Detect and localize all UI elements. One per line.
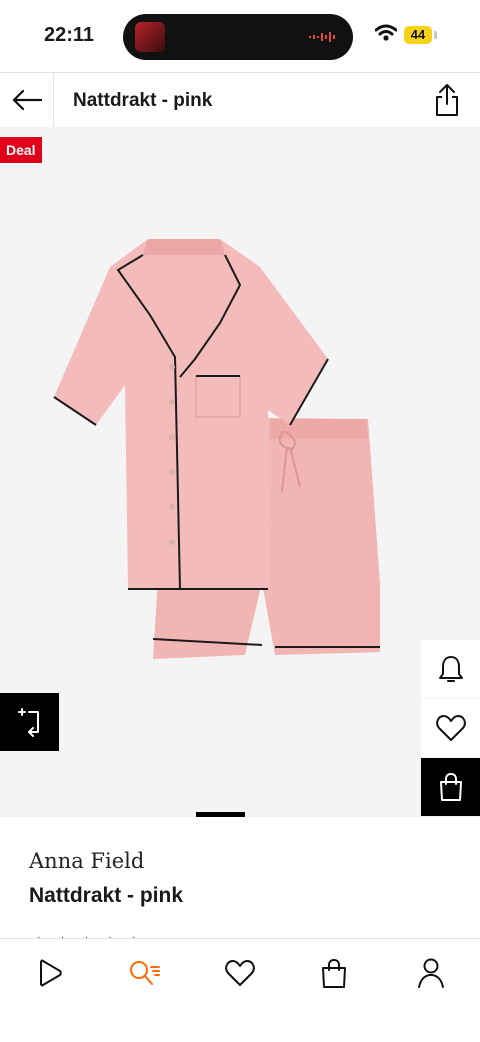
deal-badge: Deal <box>0 137 42 163</box>
wifi-icon <box>375 24 397 41</box>
audio-wave-icon <box>309 32 335 42</box>
battery-tip <box>434 31 437 39</box>
status-bar: 22:11 44 <box>0 0 480 72</box>
add-to-bag-button[interactable] <box>421 758 480 816</box>
bottom-navigation <box>0 938 480 1042</box>
header-title: Nattdrakt - pink <box>73 90 213 111</box>
dynamic-island <box>123 14 353 60</box>
product-gallery[interactable]: Deal <box>0 127 480 817</box>
product-header: Nattdrakt - pink <box>0 72 480 128</box>
wishlist-button[interactable] <box>421 699 480 757</box>
compare-button[interactable] <box>0 693 59 751</box>
status-time: 22:11 <box>44 24 95 46</box>
search-icon <box>130 961 160 985</box>
gallery-page-indicator <box>196 812 245 817</box>
shopping-bag-icon <box>439 772 462 801</box>
product-brand[interactable]: Anna Field <box>29 849 144 873</box>
bag-icon <box>322 958 346 988</box>
now-playing-artwork <box>135 22 165 52</box>
battery-indicator: 44 <box>404 26 432 44</box>
nav-discover[interactable] <box>29 953 69 993</box>
notify-button[interactable] <box>421 640 480 698</box>
nav-bag[interactable] <box>314 953 354 993</box>
back-button[interactable] <box>0 73 54 127</box>
play-icon <box>40 959 62 987</box>
nav-profile[interactable] <box>411 953 451 993</box>
nav-wishlist[interactable] <box>220 953 260 993</box>
bell-icon <box>438 656 463 682</box>
share-icon[interactable] <box>432 83 462 117</box>
heart-icon <box>225 960 255 986</box>
user-icon <box>418 958 444 988</box>
arrow-left-icon <box>12 90 42 110</box>
product-name: Nattdrakt - pink <box>29 884 184 907</box>
compare-icon <box>17 708 39 737</box>
nav-search[interactable] <box>124 953 164 993</box>
product-image <box>53 239 380 659</box>
heart-icon <box>435 715 466 741</box>
